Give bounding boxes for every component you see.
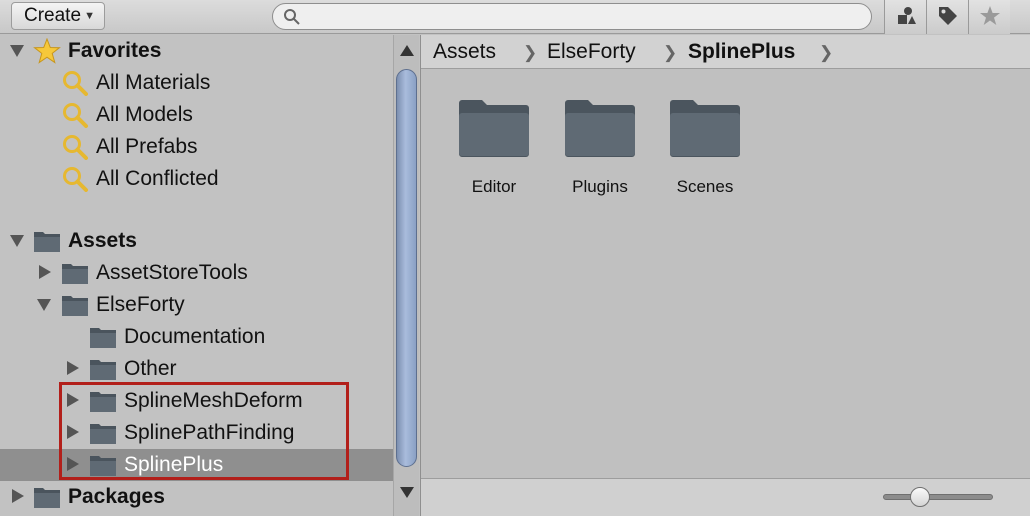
tree-item-label: All Prefabs — [96, 135, 198, 158]
tree-item-all-conflicted[interactable]: All Conflicted — [0, 163, 393, 195]
status-bar — [421, 478, 1030, 516]
tree-item-assets[interactable]: Assets — [0, 225, 393, 257]
saved-search-icon — [63, 103, 88, 128]
tree-item-label: Assets — [68, 229, 137, 252]
filter-by-type-button[interactable] — [884, 0, 926, 34]
chevron-right-icon: ❯ — [663, 43, 678, 62]
tree-item-label: ElseForty — [96, 293, 185, 316]
breadcrumb-item-assets[interactable]: Assets — [433, 39, 496, 65]
tree-item-other[interactable]: Other — [0, 353, 393, 385]
folder-icon — [34, 232, 60, 252]
folder-icon — [62, 296, 88, 316]
tree-item-all-materials[interactable]: All Materials — [0, 67, 393, 99]
tree-item-all-models[interactable]: All Models — [0, 99, 393, 131]
tag-icon — [939, 7, 957, 25]
folder-tile-label: Editor — [471, 177, 517, 196]
folder-tile-label: Plugins — [572, 177, 628, 196]
folder-tile-scenes[interactable]: Scenes — [660, 97, 750, 207]
expand-arrow-icon[interactable] — [10, 489, 24, 505]
tree-item-label: All Models — [96, 103, 193, 126]
star-icon — [980, 6, 1000, 25]
folder-contents-pane: Assets ❯ ElseForty ❯ SplinePlus ❯ Editor… — [420, 35, 1030, 516]
tree-item-all-prefabs[interactable]: All Prefabs — [0, 131, 393, 163]
tree-item-favorites[interactable]: Favorites — [0, 35, 393, 67]
folder-icon — [90, 360, 116, 380]
folder-icon — [459, 100, 529, 157]
folder-icon — [670, 100, 740, 157]
scrollbar-thumb[interactable] — [396, 69, 417, 467]
search-input[interactable] — [272, 3, 872, 30]
project-tree: Favorites All Materials All Models All P… — [0, 35, 393, 516]
create-button[interactable]: Create ▼ — [11, 2, 105, 30]
folder-icon — [62, 264, 88, 284]
saved-search-icon — [63, 135, 88, 160]
icon-size-slider-knob[interactable] — [910, 487, 930, 507]
tree-item-assetstoretools[interactable]: AssetStoreTools — [0, 257, 393, 289]
expand-arrow-icon[interactable] — [10, 233, 24, 249]
filter-by-label-button[interactable] — [926, 0, 968, 34]
expand-arrow-icon[interactable] — [37, 265, 51, 281]
tree-scrollbar[interactable] — [393, 35, 419, 516]
star-icon — [33, 38, 61, 64]
toolbar: Create ▼ — [0, 0, 1030, 34]
create-label: Create — [24, 5, 82, 26]
chevron-right-icon: ❯ — [523, 43, 538, 62]
breadcrumb-item-elseforty[interactable]: ElseForty — [547, 39, 636, 65]
tree-item-label: Documentation — [124, 325, 266, 348]
tree-item-label: Other — [124, 357, 177, 380]
saved-search-icon — [63, 167, 88, 192]
folder-tile-label: Scenes — [676, 177, 734, 196]
saved-search-icon — [63, 71, 88, 96]
search-icon — [284, 9, 300, 25]
tree-item-packages[interactable]: Packages — [0, 481, 393, 513]
folder-icon — [565, 100, 635, 157]
tree-item-label: Favorites — [68, 39, 162, 62]
folder-tile-plugins[interactable]: Plugins — [555, 97, 645, 207]
expand-arrow-icon[interactable] — [65, 361, 79, 377]
tree-item-label: Packages — [68, 485, 165, 508]
tree-item-label: All Materials — [96, 71, 211, 94]
filter-by-type-icon — [898, 7, 916, 24]
tree-item-elseforty[interactable]: ElseForty — [0, 289, 393, 321]
tree-item-label: All Conflicted — [96, 167, 219, 190]
folder-icon — [90, 328, 116, 348]
chevron-right-icon[interactable]: ❯ — [819, 43, 833, 63]
dropdown-caret-icon: ▼ — [84, 10, 95, 22]
folder-tile-editor[interactable]: Editor — [449, 97, 539, 207]
expand-arrow-icon[interactable] — [10, 43, 24, 59]
favorites-button[interactable] — [968, 0, 1010, 34]
scroll-down-arrow-icon[interactable] — [400, 487, 414, 498]
folder-icon — [34, 488, 60, 508]
tree-item-label: AssetStoreTools — [96, 261, 248, 284]
annotation-highlight-box — [59, 382, 349, 480]
expand-arrow-icon[interactable] — [37, 297, 51, 313]
tree-item-documentation[interactable]: Documentation — [0, 321, 393, 353]
icon-size-slider[interactable] — [883, 494, 993, 500]
breadcrumb-item-splineplus[interactable]: SplinePlus — [688, 39, 795, 65]
breadcrumb: Assets ❯ ElseForty ❯ SplinePlus ❯ — [421, 35, 1030, 69]
scroll-up-arrow-icon[interactable] — [400, 45, 414, 56]
